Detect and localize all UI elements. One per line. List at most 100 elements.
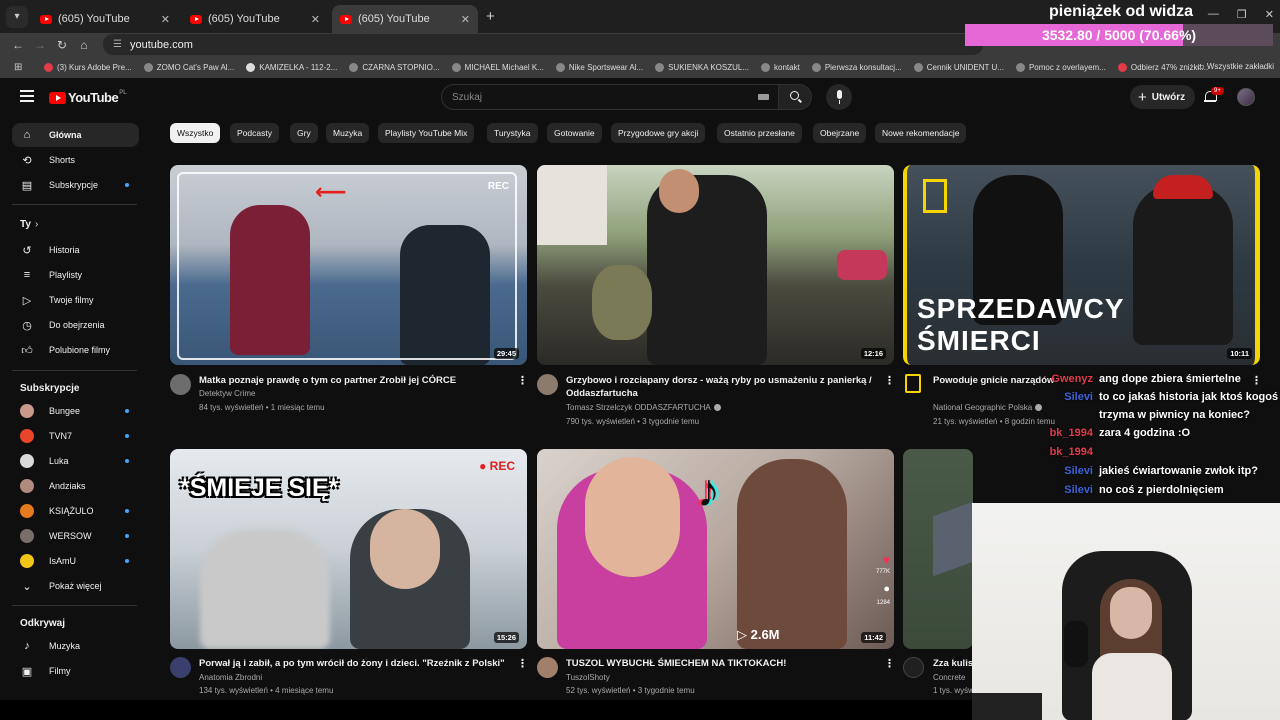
url-field[interactable]: ☰ youtube.com [103,34,983,55]
create-button[interactable]: + Utwórz [1130,85,1196,109]
bookmark[interactable]: Pierwsza konsultacj... [811,62,902,72]
sidebar-item-subscriptions[interactable]: ▤ Subskrypcje [12,173,139,197]
menu-icon[interactable] [20,90,34,102]
keyboard-icon[interactable] [758,94,769,100]
bookmark[interactable]: Nike Sportswear Al... [555,62,643,72]
bookmark[interactable]: ZOMO Cat's Paw Al... [143,62,234,72]
sidebar-channel[interactable]: TVN7 [12,424,139,448]
apps-grid-icon[interactable]: ⊞ [14,62,32,73]
video-title[interactable]: Zza kulis [933,657,973,670]
channel-avatar[interactable] [170,374,191,395]
video-duration: 12:16 [860,348,886,359]
chip-youtube-mix[interactable]: Playlisty YouTube Mix [378,123,475,143]
video-thumbnail[interactable]: ♪ ▷ 2.6M ♥ 777K ● 1284 11:42 [537,449,894,649]
search-button[interactable] [779,84,812,110]
chip-action-adventure[interactable]: Przygodowe gry akcji [611,123,706,143]
sidebar-item-watch-later[interactable]: ◷ Do obejrzenia [12,313,139,337]
sidebar-channel[interactable]: KSIĄŻULO [12,499,139,523]
bookmark[interactable]: Pomoc z overlayem... [1015,62,1106,72]
channel-name[interactable]: Detektyw Crime [199,389,255,398]
video-thumbnail[interactable] [903,449,973,649]
bookmark[interactable]: Cennik UNIDENT U... [913,62,1004,72]
more-actions-icon[interactable]: ⋮ [517,374,528,387]
channel-name[interactable]: Concrete [933,673,973,682]
chip-games[interactable]: Gry [290,123,318,143]
sidebar-channel[interactable]: Luka [12,449,139,473]
channel-avatar[interactable] [537,657,558,678]
chip-watched[interactable]: Obejrzane [813,123,867,143]
reload-icon[interactable]: ↻ [51,38,73,52]
sidebar-you-heading[interactable]: Ty › [20,219,38,230]
video-title[interactable]: TUSZOL WYBUCHŁ ŚMIECHEM NA TIKTOKACH! [566,657,876,670]
channel-name[interactable]: Anatomia Zbrodni [199,673,262,682]
all-bookmarks-folder[interactable]: ▭ Wszystkie zakładki [1197,62,1274,71]
new-content-dot [125,183,129,187]
video-thumbnail[interactable]: *ŚMIEJE SIĘ* ● REC 15:26 [170,449,527,649]
bookmark[interactable]: (3) Kurs Adobe Pre... [44,62,132,72]
video-thumbnail[interactable]: SPRZEDAWCY ŚMIERCI 10:11 [903,165,1260,365]
bookmark[interactable]: kontakt [761,62,800,72]
sidebar-channel[interactable]: Bungee [12,399,139,423]
back-icon[interactable]: ← [7,38,29,52]
more-actions-icon[interactable]: ⋮ [884,374,895,387]
home-icon: ⌂ [23,129,31,141]
sidebar-item-home[interactable]: ⌂ Główna [12,123,139,147]
browser-tab-3-active[interactable]: (605) YouTube ✕ [332,5,478,33]
channel-name[interactable]: National Geographic Polska [933,403,1043,412]
sidebar-channel[interactable]: WERSOW [12,524,139,548]
chip-recently-uploaded[interactable]: Ostatnio przesłane [717,123,802,143]
channel-avatar[interactable] [537,374,558,395]
close-tab-icon[interactable]: ✕ [161,13,170,26]
voice-search-icon[interactable] [826,84,852,110]
bookmark[interactable]: KAMIZELKA - 112-2... [246,62,337,72]
bookmark[interactable]: CZARNA STOPNIO... [349,62,440,72]
video-thumbnail[interactable]: ⟵ REC 29:45 [170,165,527,365]
video-title[interactable]: Matka poznaje prawdę o tym co partner Zr… [199,374,509,387]
sidebar-channel[interactable]: Andziaks [12,474,139,498]
sidebar-item-movies[interactable]: ▣ Filmy [12,659,139,683]
video-title[interactable]: Porwał ją i zabił, a po tym wrócił do żo… [199,657,519,670]
bookmark[interactable]: Odbierz 47% zniżki!... [1117,62,1208,72]
bookmark[interactable]: MICHAEL Michael K... [451,62,544,72]
video-title[interactable]: Grzybowo i rozciapany dorsz - ważą ryby … [566,374,876,400]
sidebar-item-shorts[interactable]: ⟲ Shorts [12,148,139,172]
chip-cooking[interactable]: Gotowanie [547,123,602,143]
site-info-icon[interactable]: ☰ [113,39,122,50]
youtube-logo[interactable]: YouTube PL [49,90,127,105]
channel-name[interactable]: TuszolShoty [566,673,610,682]
more-actions-icon[interactable]: ⋮ [1251,374,1262,387]
tab-search-icon[interactable]: ▾ [6,5,28,28]
sidebar-item-playlists[interactable]: ≡ Playlisty [12,263,139,287]
account-avatar[interactable] [1237,88,1255,106]
chip-music[interactable]: Muzyka [326,123,370,143]
sidebar-item-music[interactable]: ♪ Muzyka [12,634,139,658]
more-actions-icon[interactable]: ⋮ [517,657,528,670]
chip-new-recommendations[interactable]: Nowe rekomendacje [875,123,967,143]
more-actions-icon[interactable]: ⋮ [884,657,895,670]
youtube-play-icon [49,91,66,104]
search-input[interactable] [442,85,742,109]
bookmark[interactable]: SUKIENKA KOSZUL... [655,62,749,72]
browser-tab-1[interactable]: (605) YouTube ✕ [32,5,178,33]
video-thumbnail[interactable]: 12:16 [537,165,894,365]
sidebar-show-more[interactable]: ⌄ Pokaż więcej [12,574,139,598]
close-tab-icon[interactable]: ✕ [311,13,320,26]
video-meta: 134 tys. wyświetleń • 4 miesiące temu [199,686,334,695]
home-browser-icon[interactable]: ⌂ [73,38,95,52]
close-tab-icon[interactable]: ✕ [461,13,470,26]
new-tab-icon[interactable]: + [486,8,495,25]
forward-icon[interactable]: → [29,38,51,52]
channel-avatar[interactable] [905,374,921,393]
sidebar-item-history[interactable]: ↺ Historia [12,238,139,262]
chip-all[interactable]: Wszystko [170,123,221,143]
thumbnail-figure-blurred [200,529,330,649]
sidebar-channel[interactable]: IsAmU [12,549,139,573]
chip-podcasts[interactable]: Podcasty [230,123,279,143]
sidebar-item-liked[interactable]: 👍︎ Polubione filmy [12,338,139,362]
browser-tab-2[interactable]: (605) YouTube ✕ [182,5,328,33]
channel-name[interactable]: Tomasz Strzelczyk ODDASZFARTUCHA [566,403,721,412]
channel-avatar[interactable] [903,657,924,678]
channel-avatar[interactable] [170,657,191,678]
sidebar-item-your-videos[interactable]: ▷ Twoje filmy [12,288,139,312]
chip-travel[interactable]: Turystyka [487,123,538,143]
